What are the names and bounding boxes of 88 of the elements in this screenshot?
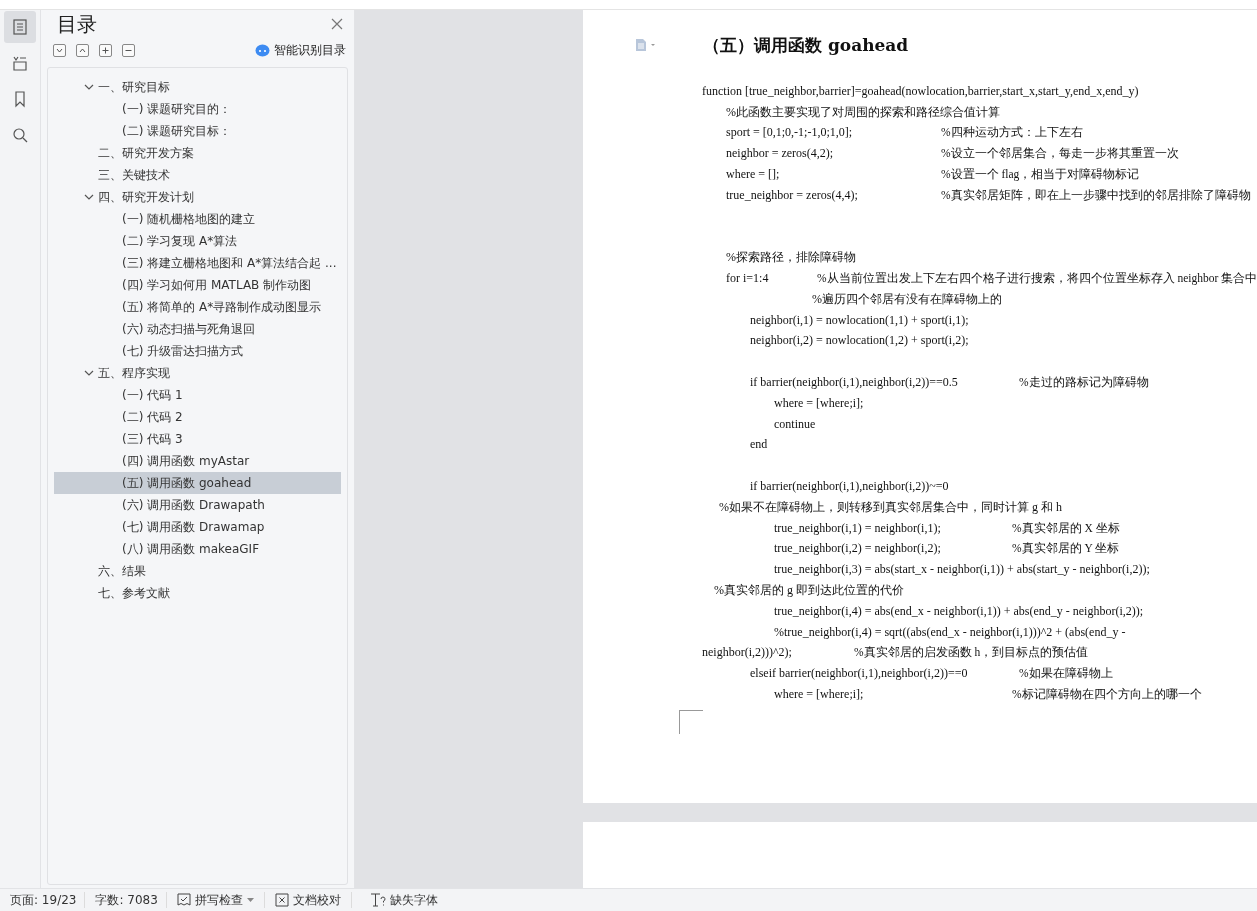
code-comment: %四种运动方式：上下左右 bbox=[941, 125, 1083, 141]
code-line: %此函数主要实现了对周围的探索和路径综合值计算 bbox=[726, 103, 1000, 121]
outline-item[interactable]: 七、参考文献 bbox=[54, 582, 341, 604]
code-line: %探索路径，排除障碍物 bbox=[726, 249, 856, 267]
chevron-icon[interactable] bbox=[84, 368, 94, 378]
code-comment: %标记障碍物在四个方向上的哪一个 bbox=[1012, 687, 1202, 702]
code-comment: %设立一个邻居集合，每走一步将其重置一次 bbox=[941, 146, 1179, 162]
outline-item[interactable]: (七) 升级雷达扫描方式 bbox=[54, 340, 341, 362]
code-comment: %真实邻居的启发函数 h，到目标点的预估值 bbox=[854, 645, 1089, 661]
code-comment: %从当前位置出发上下左右四个格子进行搜索，将四个位置坐标存入 neighbor 集合中 bbox=[817, 271, 1257, 287]
outline-item[interactable]: 五、程序实现 bbox=[54, 362, 341, 384]
outline-item[interactable]: (一) 课题研究目的： bbox=[54, 98, 341, 120]
expand-up-button[interactable] bbox=[76, 43, 89, 57]
pages-icon bbox=[11, 54, 29, 72]
missing-fonts-button[interactable]: 缺失字体 bbox=[351, 892, 448, 908]
caret-icon bbox=[246, 897, 254, 903]
outline-item[interactable]: 六、结果 bbox=[54, 560, 341, 582]
outline-item[interactable]: (二) 代码 2 bbox=[54, 406, 341, 428]
outline-item[interactable]: (四) 调用函数 myAstar bbox=[54, 450, 341, 472]
code-comment: %真实邻居的 X 坐标 bbox=[1012, 520, 1120, 536]
outline-item[interactable]: (一) 随机栅格地图的建立 bbox=[54, 208, 341, 230]
code-line: neighbor = zeros(4,2); bbox=[726, 146, 835, 162]
code-line: true_neighbor(i,4) = abs(end_x - neighbor(i,1)) + abs(end_y - neighbor(i,2)); bbox=[774, 603, 1144, 619]
code-line: true_neighbor = zeros(4,4); bbox=[726, 187, 859, 203]
code-line: %true_neighbor(i,4) = sqrt((abs(end_x - neighbor(i,1)))^2 + (abs(end_y - bbox=[774, 624, 1126, 640]
plus-icon bbox=[101, 45, 110, 55]
outline-item[interactable]: (五) 将简单的 A*寻路制作成动图显示 bbox=[54, 296, 341, 318]
outline-item[interactable]: (六) 动态扫描与死角退回 bbox=[54, 318, 341, 340]
code-line: neighbor(i,2)))^2); bbox=[702, 645, 793, 661]
font-question-icon bbox=[369, 893, 386, 907]
code-comment: %真实邻居的 Y 坐标 bbox=[1012, 541, 1120, 557]
code-line: true_neighbor(i,3) = abs(start_x - neighbor(i,1)) + abs(start_y - neighbor(i,2)); bbox=[774, 562, 1150, 578]
proofread-button[interactable]: 文档校对 bbox=[264, 892, 352, 908]
code-line: where = []; bbox=[726, 167, 781, 183]
outline-item[interactable]: (二) 课题研究目标： bbox=[54, 120, 341, 142]
close-icon[interactable] bbox=[330, 17, 344, 31]
outline-item[interactable]: 一、研究目标 bbox=[54, 76, 341, 98]
code-comment: %真实邻居矩阵，即在上一步骤中找到的邻居排除了障碍物 bbox=[941, 187, 1251, 203]
code-line: where = [where;i]; bbox=[774, 395, 864, 411]
code-line: where = [where;i]; bbox=[774, 687, 865, 702]
outline-item[interactable]: 三、关键技术 bbox=[54, 164, 341, 186]
robot-face-icon bbox=[255, 43, 270, 57]
code-line: elseif barrier(neighbor(i,1),neighbor(i,2))==0 bbox=[750, 666, 969, 682]
outline-item[interactable]: (六) 调用函数 Drawapath bbox=[54, 494, 341, 516]
code-line: %真实邻居的 g 即到达此位置的代价 bbox=[714, 582, 904, 599]
spell-check-button[interactable]: 拼写检查 bbox=[166, 892, 265, 908]
smart-toc-button[interactable]: 智能识别目录 bbox=[255, 41, 346, 59]
collapse-all-button[interactable] bbox=[53, 43, 66, 57]
code-line: sport = [0,1;0,-1;-1,0;1,0]; bbox=[726, 125, 854, 141]
outline-item[interactable]: (二) 学习复现 A*算法 bbox=[54, 230, 341, 252]
code-line: true_neighbor(i,1) = neighbor(i,1); bbox=[774, 520, 942, 536]
panel-title: 目录 bbox=[57, 10, 97, 38]
chevron-icon[interactable] bbox=[84, 82, 94, 92]
code-line: true_neighbor(i,2) = neighbor(i,2); bbox=[774, 541, 942, 557]
code-line: function [true_neighbor,barrier]=goahead(nowlocation,barrier,start_x,start_y,end_x,end_y) bbox=[702, 83, 1139, 99]
search-icon bbox=[11, 126, 29, 144]
code-line: if barrier(neighbor(i,1),neighbor(i,2))==0.5 bbox=[750, 375, 959, 391]
word-count: 字数: 7083 bbox=[85, 892, 167, 908]
section-heading: （五）调用函数 goahead bbox=[703, 33, 909, 57]
remove-button[interactable] bbox=[122, 43, 135, 57]
outline-item[interactable]: 四、研究开发计划 bbox=[54, 186, 341, 208]
page-count: 页面: 19/23 bbox=[0, 892, 86, 908]
code-line: end bbox=[750, 437, 768, 453]
outline-item[interactable]: (三) 代码 3 bbox=[54, 428, 341, 450]
outline-item[interactable]: 二、研究开发方案 bbox=[54, 142, 341, 164]
code-comment: %设置一个 flag，相当于对障碍物标记 bbox=[941, 167, 1140, 183]
code-line: neighbor(i,2) = nowlocation(1,2) + sport(i,2); bbox=[750, 333, 969, 349]
code-line: if barrier(neighbor(i,1),neighbor(i,2))~=0 bbox=[750, 479, 949, 495]
code-line: continue bbox=[774, 416, 816, 432]
outline-item[interactable]: (五) 调用函数 goahead bbox=[54, 472, 341, 494]
boxed-x-icon bbox=[274, 893, 289, 907]
code-line: %如果不在障碍物上，则转移到真实邻居集合中，同时计算 g 和 h bbox=[719, 498, 1062, 516]
code-line: neighbor(i,1) = nowlocation(1,1) + sport(i,1); bbox=[750, 312, 969, 328]
outline-item[interactable]: (七) 调用函数 Drawamap bbox=[54, 516, 341, 538]
outline-item[interactable]: (八) 调用函数 makeaGIF bbox=[54, 538, 341, 560]
add-button[interactable] bbox=[99, 43, 112, 57]
code-line: for i=1:4 bbox=[726, 271, 770, 287]
code-comment: %如果在障碍物上 bbox=[1019, 666, 1113, 682]
chevron-icon[interactable] bbox=[84, 192, 94, 202]
page-corner-mark bbox=[679, 709, 703, 734]
code-comment: %走过的路标记为障碍物 bbox=[1019, 375, 1149, 391]
document-list-icon bbox=[11, 18, 29, 36]
code-line: %遍历四个邻居有没有在障碍物上的 bbox=[812, 290, 1002, 308]
outline-item[interactable]: (三) 将建立栅格地图和 A*算法结合起 ... bbox=[54, 252, 341, 274]
sidebar-tab[interactable] bbox=[4, 11, 36, 43]
outline-item[interactable]: (四) 学习如何用 MATLAB 制作动图 bbox=[54, 274, 341, 296]
outline-item[interactable]: (一) 代码 1 bbox=[54, 384, 341, 406]
check-document-icon bbox=[176, 893, 191, 907]
